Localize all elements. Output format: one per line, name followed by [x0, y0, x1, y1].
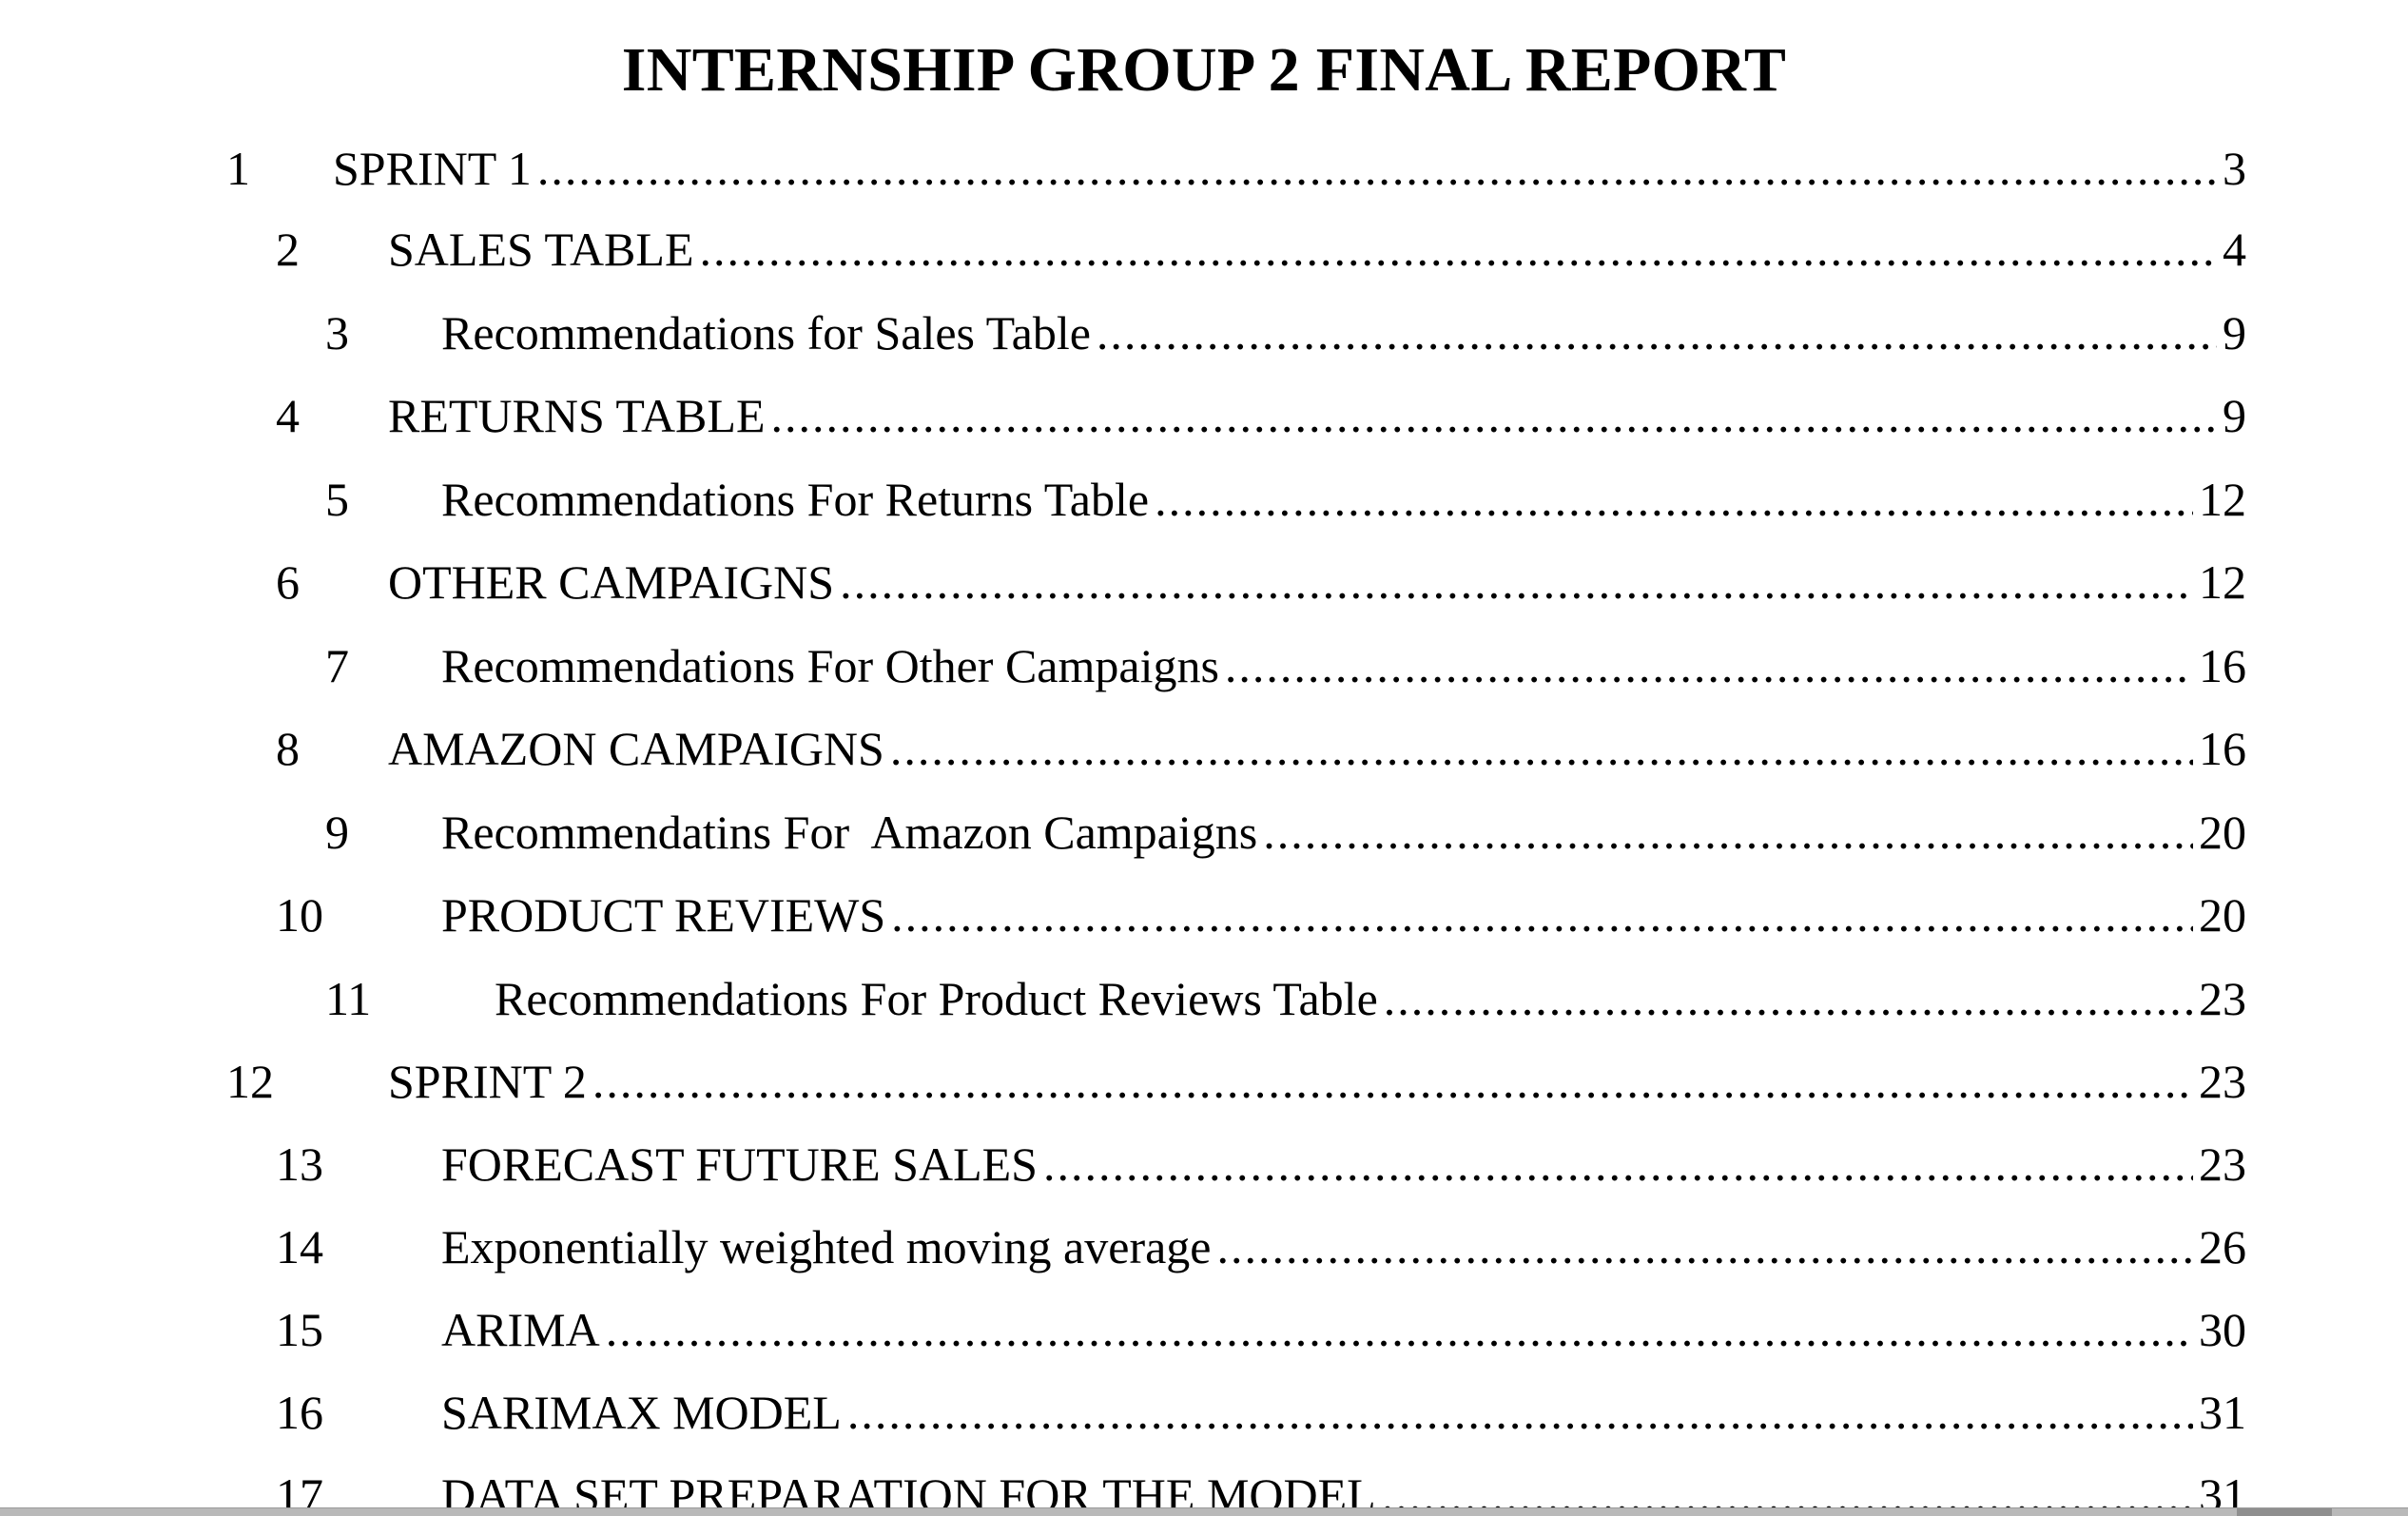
toc-entry-page: 3	[2223, 142, 2246, 195]
toc-entry[interactable]: 2 SALES TABLE 4	[276, 219, 2246, 280]
toc-entry-number: 13	[276, 1137, 323, 1191]
toc-entry-number: 7	[325, 639, 349, 692]
toc-dot-leader	[1263, 802, 2193, 863]
toc-entry-title: Recommendations for Sales Table	[441, 306, 1091, 360]
toc-entry[interactable]: 1 SPRINT 1 3	[226, 138, 2246, 199]
toc-entry-page: 23	[2199, 1137, 2246, 1191]
toc-entry-title: FORECAST FUTURE SALES	[441, 1137, 1038, 1191]
toc-entry-number: 2	[276, 223, 300, 276]
toc-dot-leader	[890, 718, 2193, 779]
toc-entry-page: 23	[2199, 972, 2246, 1025]
toc-entry-page: 12	[2199, 555, 2246, 609]
scrollbar-thumb[interactable]	[2237, 1508, 2332, 1516]
toc-entry-title: SARIMAX MODEL	[441, 1386, 842, 1439]
toc-entry-number: 1	[226, 142, 250, 195]
toc-dot-leader	[1097, 302, 2217, 363]
toc-entry-number: 4	[276, 389, 300, 442]
toc-entry[interactable]: 10 PRODUCT REVIEWS 20	[276, 884, 2246, 945]
toc-entry-page: 20	[2199, 888, 2246, 942]
toc-entry-number: 10	[276, 888, 323, 942]
toc-dot-leader	[699, 219, 2217, 280]
toc-entry[interactable]: 15 ARIMA 30	[276, 1299, 2246, 1360]
toc-entry[interactable]: 6 OTHER CAMPAIGNS 12	[276, 552, 2246, 612]
toc-dot-leader	[891, 884, 2193, 945]
toc-entry-page: 31	[2199, 1386, 2246, 1439]
toc-dot-leader	[847, 1382, 2193, 1443]
toc-entry-title: OTHER CAMPAIGNS	[388, 555, 835, 609]
toc-entry-page: 4	[2223, 223, 2246, 276]
toc-entry-title: ARIMA	[441, 1303, 600, 1356]
toc-entry[interactable]: 3 Recommendations for Sales Table 9	[325, 302, 2246, 363]
toc-entry[interactable]: 11 Recommendations For Product Reviews T…	[325, 968, 2246, 1029]
toc-entry-number: 15	[276, 1303, 323, 1356]
toc-entry-title: Exponentially weighted moving average	[441, 1220, 1212, 1273]
toc-entry-number: 6	[276, 555, 300, 609]
toc-entry-title: RETURNS TABLE	[388, 389, 766, 442]
toc-dot-leader	[592, 1051, 2193, 1112]
toc-entry-title: Recommendations For Product Reviews Tabl…	[495, 972, 1378, 1025]
toc-entry-number: 3	[325, 306, 349, 360]
toc-entry[interactable]: 9 Recommendatins For Amazon Campaigns 20	[325, 802, 2246, 863]
toc-entry[interactable]: 16 SARIMAX MODEL 31	[276, 1382, 2246, 1443]
toc-entry-number: 14	[276, 1220, 323, 1273]
toc-dot-leader	[537, 138, 2217, 199]
toc-entry-page: 26	[2199, 1220, 2246, 1273]
toc-entry[interactable]: 5 Recommendations For Returns Table 12	[325, 469, 2246, 530]
toc-dot-leader	[606, 1299, 2193, 1360]
toc-entry[interactable]: 4 RETURNS TABLE 9	[276, 385, 2246, 446]
toc-entry-title: Recommendations For Returns Table	[441, 473, 1150, 526]
toc-dot-leader	[1384, 968, 2193, 1029]
toc-entry-number: 16	[276, 1386, 323, 1439]
toc-entry-page: 30	[2199, 1303, 2246, 1356]
toc-entry[interactable]: 14 Exponentially weighted moving average…	[276, 1216, 2246, 1277]
toc-dot-leader	[1225, 635, 2193, 696]
toc-entry-page: 23	[2199, 1055, 2246, 1108]
horizontal-scrollbar[interactable]	[0, 1507, 2408, 1516]
toc-dot-leader	[1043, 1134, 2193, 1195]
document-page: INTERNSHIP GROUP 2 FINAL REPORT 1 SPRINT…	[0, 0, 2408, 1516]
toc-entry[interactable]: 12 SPRINT 2 23	[226, 1051, 2246, 1112]
toc-entry-title: Recommendations For Other Campaigns	[441, 639, 1219, 692]
toc-entry-page: 9	[2223, 389, 2246, 442]
toc-entry-title: SPRINT 1	[333, 142, 532, 195]
toc-entry-page: 16	[2199, 722, 2246, 775]
toc-entry[interactable]: 8 AMAZON CAMPAIGNS 16	[276, 718, 2246, 779]
toc-entry-number: 11	[325, 972, 372, 1025]
toc-entry[interactable]: 7 Recommendations For Other Campaigns 16	[325, 635, 2246, 696]
toc-entry-title: AMAZON CAMPAIGNS	[388, 722, 884, 775]
toc-entry[interactable]: 13 FORECAST FUTURE SALES 23	[276, 1134, 2246, 1195]
toc-entry-page: 9	[2223, 306, 2246, 360]
toc-dot-leader	[1216, 1216, 2193, 1277]
toc-entry-title: SPRINT 2	[388, 1055, 587, 1108]
toc-entry-page: 12	[2199, 473, 2246, 526]
toc-dot-leader	[770, 385, 2217, 446]
toc-entry-page: 20	[2199, 806, 2246, 859]
toc-dot-leader	[1155, 469, 2193, 530]
toc-dot-leader	[840, 552, 2193, 612]
toc-entry-title: Recommendatins For Amazon Campaigns	[441, 806, 1258, 859]
toc-entry-number: 5	[325, 473, 349, 526]
table-of-contents: 1 SPRINT 1 3 2 SALES TABLE 4 3 Recommend…	[0, 0, 2408, 1516]
toc-entry-number: 8	[276, 722, 300, 775]
toc-entry-title: SALES TABLE	[388, 223, 694, 276]
toc-entry-page: 16	[2199, 639, 2246, 692]
toc-entry-number: 12	[226, 1055, 274, 1108]
toc-entry-title: PRODUCT REVIEWS	[441, 888, 886, 942]
toc-entry-number: 9	[325, 806, 349, 859]
